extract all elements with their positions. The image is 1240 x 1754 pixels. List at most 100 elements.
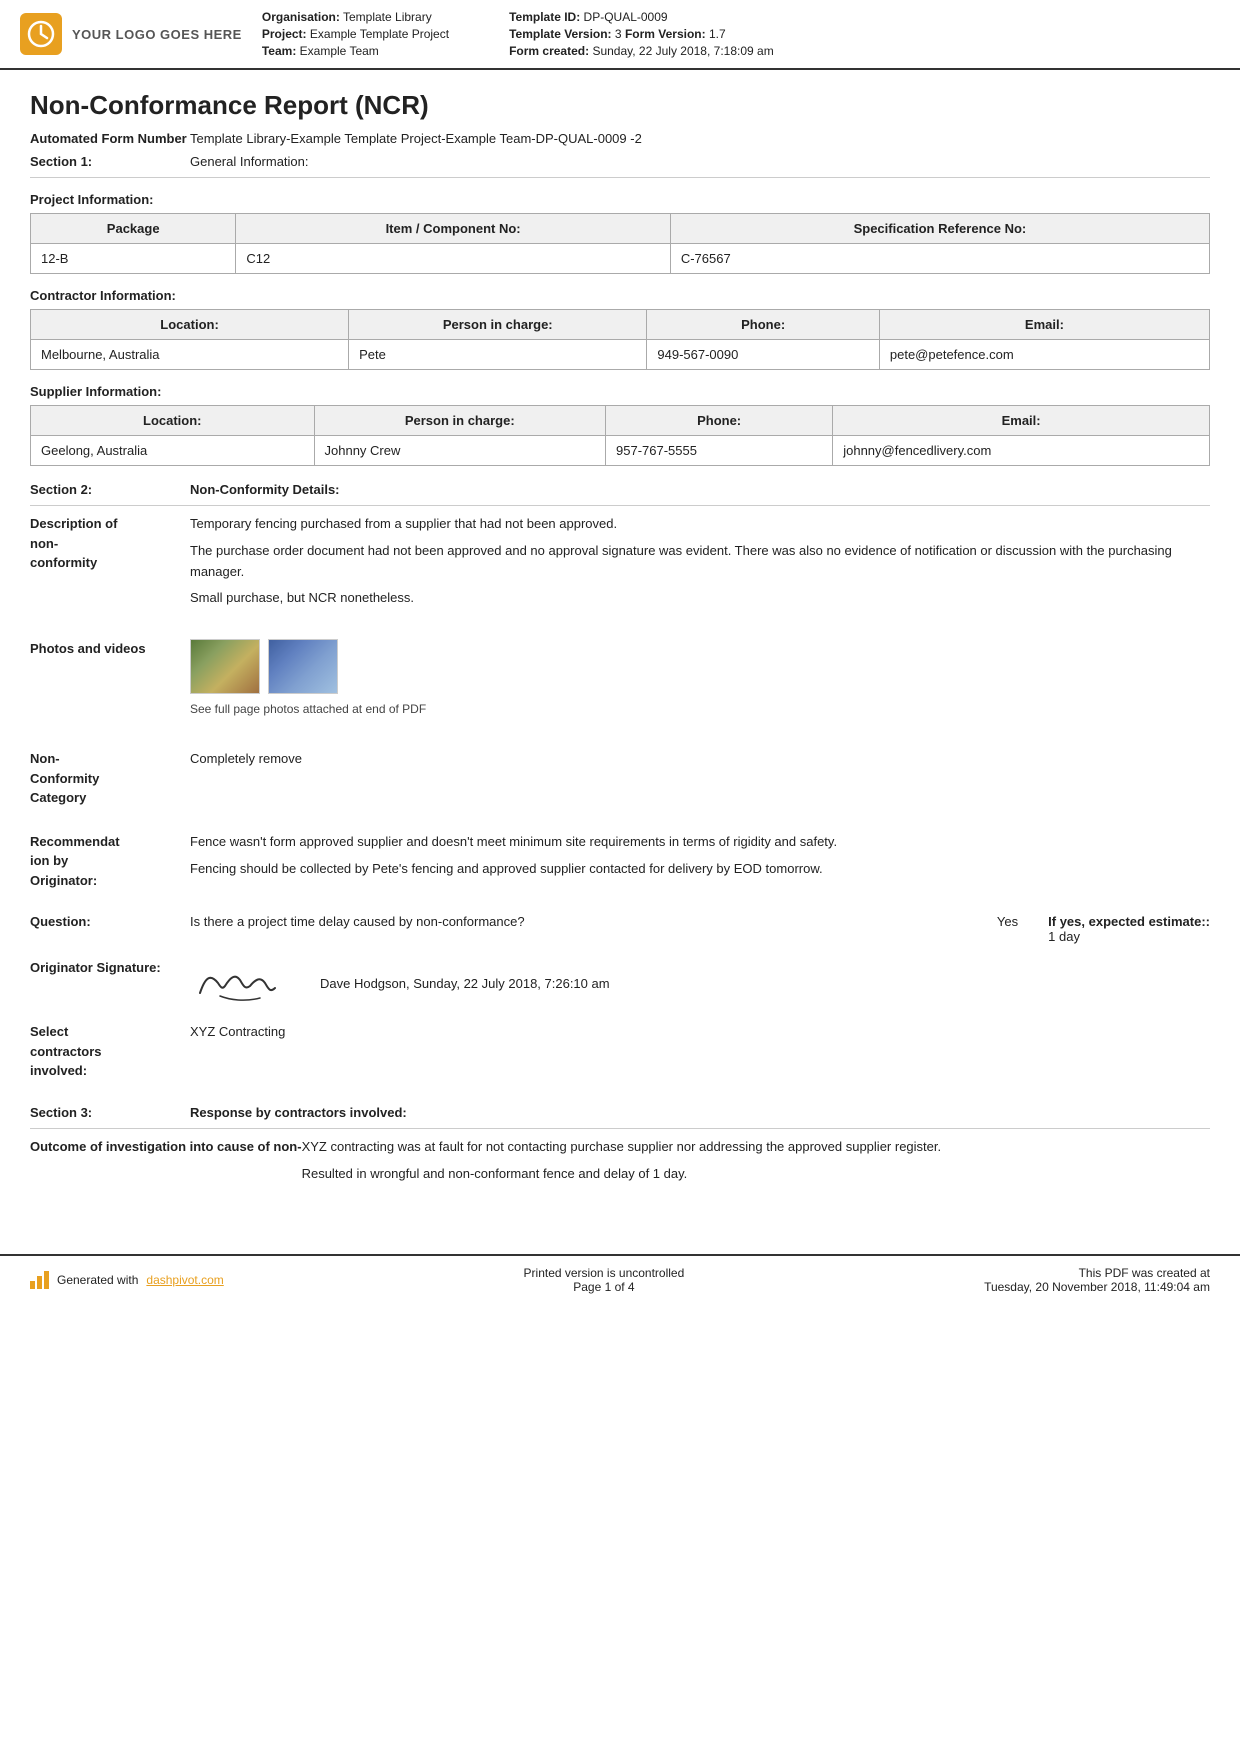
signature-content: Dave Hodgson, Sunday, 22 July 2018, 7:26… bbox=[190, 958, 610, 1008]
divider-3 bbox=[30, 1128, 1210, 1129]
nc-category-value: Completely remove bbox=[190, 749, 1210, 808]
supplier-header-row: Location: Person in charge: Phone: Email… bbox=[31, 406, 1210, 436]
supplier-info-table: Location: Person in charge: Phone: Email… bbox=[30, 405, 1210, 466]
photos-value: See full page photos attached at end of … bbox=[190, 639, 1210, 725]
project-package: 12-B bbox=[31, 244, 236, 274]
template-id-label: Template ID: bbox=[509, 10, 580, 24]
supplier-col-location: Location: bbox=[31, 406, 315, 436]
header-meta: Organisation: Template Library Project: … bbox=[262, 10, 1220, 58]
photos-row: Photos and videos See full page photos a… bbox=[30, 639, 1210, 735]
question-row: Question: Is there a project time delay … bbox=[30, 914, 1210, 944]
org-label: Organisation: bbox=[262, 10, 340, 24]
project-label: Project: bbox=[262, 27, 307, 41]
org-value: Template Library bbox=[343, 10, 432, 24]
form-created-line: Form created: Sunday, 22 July 2018, 7:18… bbox=[509, 44, 774, 58]
document-footer: Generated with dashpivot.com Printed ver… bbox=[0, 1254, 1240, 1304]
photo-thumb-1 bbox=[190, 639, 260, 694]
outcome-para1: XYZ contracting was at fault for not con… bbox=[302, 1137, 1210, 1158]
project-spec: C-76567 bbox=[670, 244, 1209, 274]
contractor-info-title: Contractor Information: bbox=[30, 288, 1210, 303]
contractor-col-location: Location: bbox=[31, 310, 349, 340]
form-version-label: Form Version: bbox=[625, 27, 706, 41]
project-line: Project: Example Template Project bbox=[262, 27, 449, 41]
footer-print-line2: Page 1 of 4 bbox=[524, 1280, 685, 1294]
project-col-item: Item / Component No: bbox=[236, 214, 670, 244]
contractor-info-table: Location: Person in charge: Phone: Email… bbox=[30, 309, 1210, 370]
footer-bars-icon bbox=[30, 1271, 49, 1289]
project-info-title: Project Information: bbox=[30, 192, 1210, 207]
template-id-line: Template ID: DP-QUAL-0009 bbox=[509, 10, 774, 24]
contractor-col-phone: Phone: bbox=[647, 310, 880, 340]
document-title: Non-Conformance Report (NCR) bbox=[30, 90, 1210, 121]
contractors-label: Selectcontractorsinvolved: bbox=[30, 1022, 190, 1081]
project-col-spec: Specification Reference No: bbox=[670, 214, 1209, 244]
project-value: Example Template Project bbox=[310, 27, 449, 41]
team-value: Example Team bbox=[300, 44, 379, 58]
signature-label: Originator Signature: bbox=[30, 958, 190, 978]
nc-category-label: Non-ConformityCategory bbox=[30, 749, 190, 808]
ifyes-label: If yes, expected estimate:: bbox=[1048, 914, 1210, 929]
description-row: Description ofnon-conformity Temporary f… bbox=[30, 514, 1210, 625]
section1-label: Section 1: bbox=[30, 154, 190, 169]
project-col-package: Package bbox=[31, 214, 236, 244]
org-line: Organisation: Template Library bbox=[262, 10, 449, 24]
section1-row: Section 1: General Information: bbox=[30, 154, 1210, 169]
form-version-value: 1.7 bbox=[709, 27, 726, 41]
main-content: Non-Conformance Report (NCR) Automated F… bbox=[0, 70, 1240, 1234]
project-table-header-row: Package Item / Component No: Specificati… bbox=[31, 214, 1210, 244]
photo-container bbox=[190, 639, 1210, 694]
description-para2: The purchase order document had not been… bbox=[190, 541, 1210, 583]
outcome-label: Outcome of investigation into cause of n… bbox=[30, 1137, 302, 1191]
logo-area: YOUR LOGO GOES HERE bbox=[20, 10, 242, 58]
supplier-info-title: Supplier Information: bbox=[30, 384, 1210, 399]
project-info-table: Package Item / Component No: Specificati… bbox=[30, 213, 1210, 274]
supplier-data-row: Geelong, Australia Johnny Crew 957-767-5… bbox=[31, 436, 1210, 466]
signature-row: Originator Signature: Dave Hodgson, Sund… bbox=[30, 958, 1210, 1008]
footer-created-line2: Tuesday, 20 November 2018, 11:49:04 am bbox=[984, 1280, 1210, 1294]
recommendation-label: Recommendation byOriginator: bbox=[30, 832, 190, 891]
form-created-value: Sunday, 22 July 2018, 7:18:09 am bbox=[592, 44, 773, 58]
project-item: C12 bbox=[236, 244, 670, 274]
section1-title: General Information: bbox=[190, 154, 309, 169]
photos-label: Photos and videos bbox=[30, 639, 190, 725]
contractor-phone: 949-567-0090 bbox=[647, 340, 880, 370]
recommendation-para2: Fencing should be collected by Pete's fe… bbox=[190, 859, 1210, 880]
form-created-label: Form created: bbox=[509, 44, 589, 58]
logo-text: YOUR LOGO GOES HERE bbox=[72, 27, 242, 42]
logo-icon bbox=[20, 13, 62, 55]
supplier-person: Johnny Crew bbox=[314, 436, 605, 466]
supplier-col-email: Email: bbox=[833, 406, 1210, 436]
bar-2 bbox=[37, 1276, 42, 1289]
contractor-email: pete@petefence.com bbox=[879, 340, 1209, 370]
supplier-col-phone: Phone: bbox=[606, 406, 833, 436]
team-line: Team: Example Team bbox=[262, 44, 449, 58]
dashpivot-link[interactable]: dashpivot.com bbox=[146, 1273, 223, 1287]
question-label: Question: bbox=[30, 914, 190, 929]
footer-left: Generated with dashpivot.com bbox=[30, 1271, 224, 1289]
form-number-value: Template Library-Example Template Projec… bbox=[190, 131, 642, 146]
question-text: Is there a project time delay caused by … bbox=[190, 914, 967, 944]
section2-label: Section 2: bbox=[30, 482, 190, 497]
section3-title: Response by contractors involved: bbox=[190, 1105, 407, 1120]
outcome-para2: Resulted in wrongful and non-conformant … bbox=[302, 1164, 1210, 1185]
form-number-label: Automated Form Number bbox=[30, 131, 190, 146]
photo-thumb-2 bbox=[268, 639, 338, 694]
footer-created-line1: This PDF was created at bbox=[984, 1266, 1210, 1280]
bar-1 bbox=[30, 1281, 35, 1289]
contractor-col-person: Person in charge: bbox=[349, 310, 647, 340]
template-version-label: Template Version: bbox=[509, 27, 611, 41]
supplier-col-person: Person in charge: bbox=[314, 406, 605, 436]
contractor-header-row: Location: Person in charge: Phone: Email… bbox=[31, 310, 1210, 340]
outcome-value: XYZ contracting was at fault for not con… bbox=[302, 1137, 1210, 1191]
contractor-person: Pete bbox=[349, 340, 647, 370]
question-answer: Yes bbox=[997, 914, 1018, 944]
supplier-email: johnny@fencedlivery.com bbox=[833, 436, 1210, 466]
description-para3: Small purchase, but NCR nonetheless. bbox=[190, 588, 1210, 609]
template-version-value: 3 bbox=[615, 27, 622, 41]
template-id-value: DP-QUAL-0009 bbox=[584, 10, 668, 24]
description-label: Description ofnon-conformity bbox=[30, 514, 190, 615]
section3-label: Section 3: bbox=[30, 1105, 190, 1120]
supplier-phone: 957-767-5555 bbox=[606, 436, 833, 466]
description-value: Temporary fencing purchased from a suppl… bbox=[190, 514, 1210, 615]
recommendation-para1: Fence wasn't form approved supplier and … bbox=[190, 832, 1210, 853]
